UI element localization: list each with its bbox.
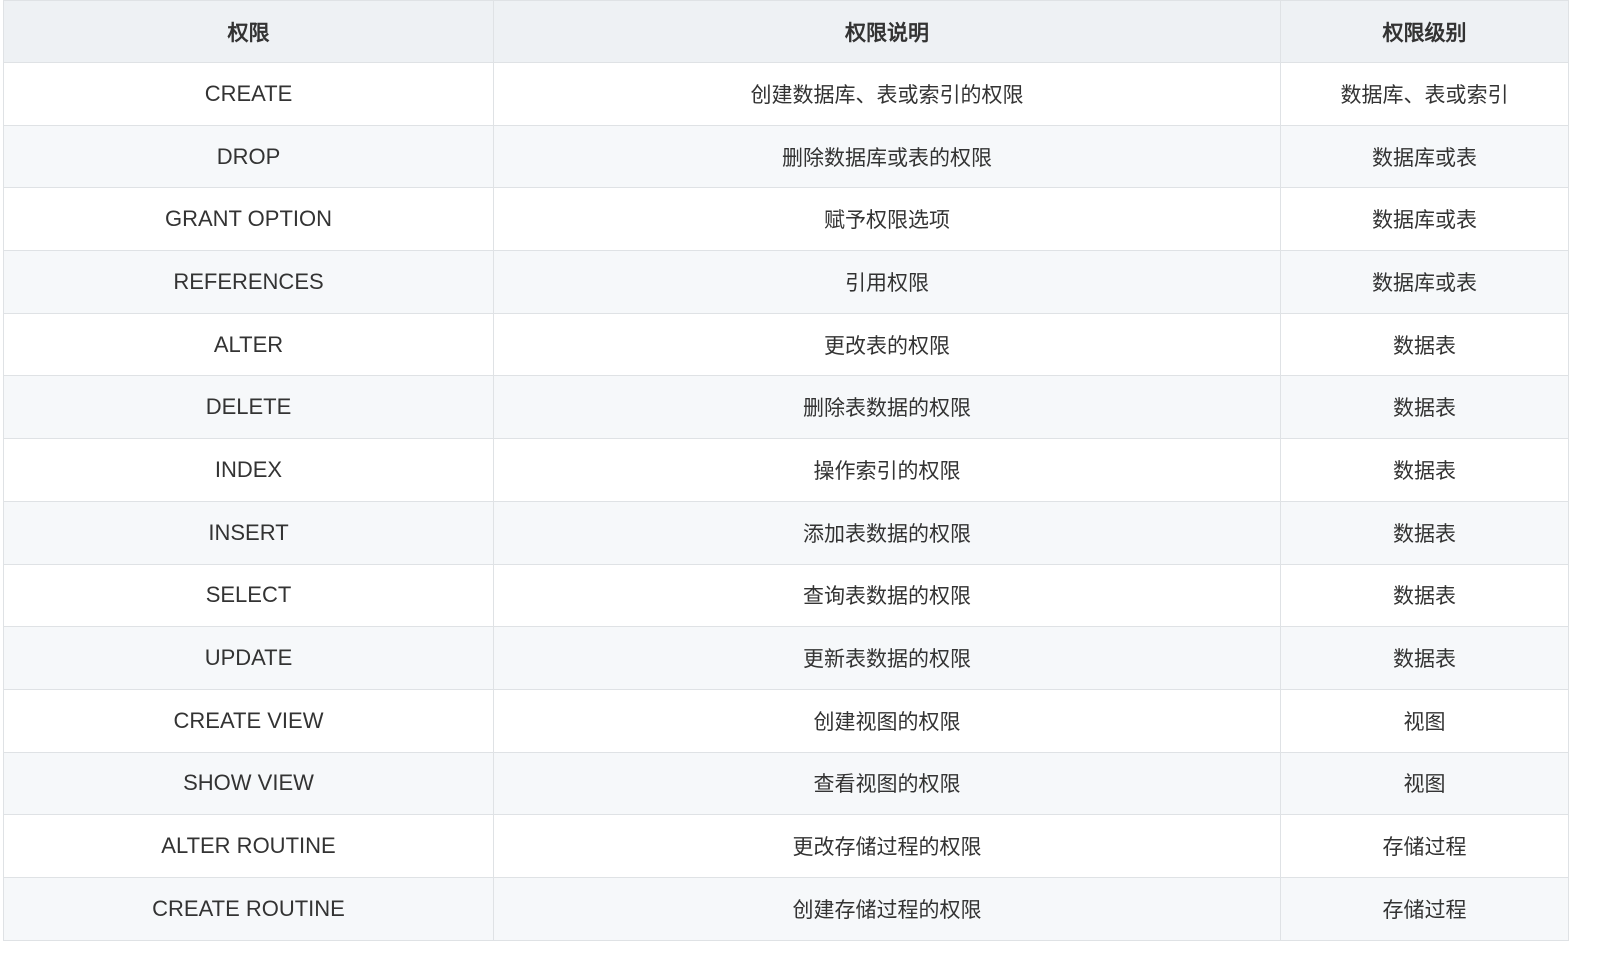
table-row: DELETE 删除表数据的权限 数据表 (3, 375, 1569, 440)
table-row: REFERENCES 引用权限 数据库或表 (3, 250, 1569, 314)
cell-level: 数据库或表 (1280, 250, 1569, 314)
cell-level: 数据表 (1280, 375, 1569, 440)
cell-privilege: SHOW VIEW (3, 751, 494, 816)
cell-privilege: ALTER (3, 312, 494, 377)
table-row: CREATE ROUTINE 创建存储过程的权限 存储过程 (3, 876, 1569, 941)
cell-level: 视图 (1280, 688, 1569, 753)
cell-description: 赋予权限选项 (493, 187, 1281, 252)
cell-level: 数据表 (1280, 312, 1569, 377)
cell-description: 更改存储过程的权限 (493, 814, 1281, 878)
header-privilege: 权限 (3, 0, 494, 63)
cell-privilege: SELECT (3, 563, 494, 628)
table-row: CREATE 创建数据库、表或索引的权限 数据库、表或索引 (3, 62, 1569, 126)
cell-description: 更改表的权限 (493, 312, 1281, 377)
cell-level: 数据表 (1280, 626, 1569, 690)
cell-description: 操作索引的权限 (493, 438, 1281, 502)
table-row: GRANT OPTION 赋予权限选项 数据库或表 (3, 187, 1569, 252)
header-row: 权限 权限说明 权限级别 (3, 0, 1569, 63)
table-row: CREATE VIEW 创建视图的权限 视图 (3, 688, 1569, 753)
cell-level: 数据库或表 (1280, 124, 1569, 189)
cell-privilege: CREATE ROUTINE (3, 876, 494, 941)
cell-description: 创建数据库、表或索引的权限 (493, 62, 1281, 126)
cell-level: 视图 (1280, 751, 1569, 816)
cell-level: 存储过程 (1280, 814, 1569, 878)
cell-level: 数据库、表或索引 (1280, 62, 1569, 126)
cell-privilege: CREATE VIEW (3, 688, 494, 753)
table-row: INDEX 操作索引的权限 数据表 (3, 438, 1569, 502)
table-row: UPDATE 更新表数据的权限 数据表 (3, 626, 1569, 690)
cell-privilege: CREATE (3, 62, 494, 126)
cell-privilege: INSERT (3, 500, 494, 565)
cell-level: 数据库或表 (1280, 187, 1569, 252)
table-body: CREATE 创建数据库、表或索引的权限 数据库、表或索引 DROP 删除数据库… (3, 62, 1569, 941)
cell-description: 引用权限 (493, 250, 1281, 314)
header-description: 权限说明 (493, 0, 1281, 63)
cell-privilege: UPDATE (3, 626, 494, 690)
cell-description: 查询表数据的权限 (493, 563, 1281, 628)
table-row: ALTER ROUTINE 更改存储过程的权限 存储过程 (3, 814, 1569, 878)
cell-description: 创建存储过程的权限 (493, 876, 1281, 941)
cell-description: 查看视图的权限 (493, 751, 1281, 816)
privileges-table: 权限 权限说明 权限级别 CREATE 创建数据库、表或索引的权限 数据库、表或… (3, 0, 1569, 941)
cell-privilege: GRANT OPTION (3, 187, 494, 252)
cell-level: 数据表 (1280, 500, 1569, 565)
table-row: INSERT 添加表数据的权限 数据表 (3, 500, 1569, 565)
table-row: ALTER 更改表的权限 数据表 (3, 312, 1569, 377)
cell-description: 添加表数据的权限 (493, 500, 1281, 565)
privileges-table-container: 权限 权限说明 权限级别 CREATE 创建数据库、表或索引的权限 数据库、表或… (3, 0, 1569, 941)
cell-description: 创建视图的权限 (493, 688, 1281, 753)
cell-privilege: ALTER ROUTINE (3, 814, 494, 878)
cell-privilege: INDEX (3, 438, 494, 502)
cell-level: 数据表 (1280, 438, 1569, 502)
table-row: SELECT 查询表数据的权限 数据表 (3, 563, 1569, 628)
cell-level: 数据表 (1280, 563, 1569, 628)
cell-description: 更新表数据的权限 (493, 626, 1281, 690)
cell-privilege: DROP (3, 124, 494, 189)
table-row: SHOW VIEW 查看视图的权限 视图 (3, 751, 1569, 816)
table-row: DROP 删除数据库或表的权限 数据库或表 (3, 124, 1569, 189)
cell-description: 删除数据库或表的权限 (493, 124, 1281, 189)
cell-level: 存储过程 (1280, 876, 1569, 941)
cell-privilege: REFERENCES (3, 250, 494, 314)
cell-privilege: DELETE (3, 375, 494, 440)
cell-description: 删除表数据的权限 (493, 375, 1281, 440)
table-header: 权限 权限说明 权限级别 (3, 0, 1569, 63)
header-level: 权限级别 (1280, 0, 1569, 63)
